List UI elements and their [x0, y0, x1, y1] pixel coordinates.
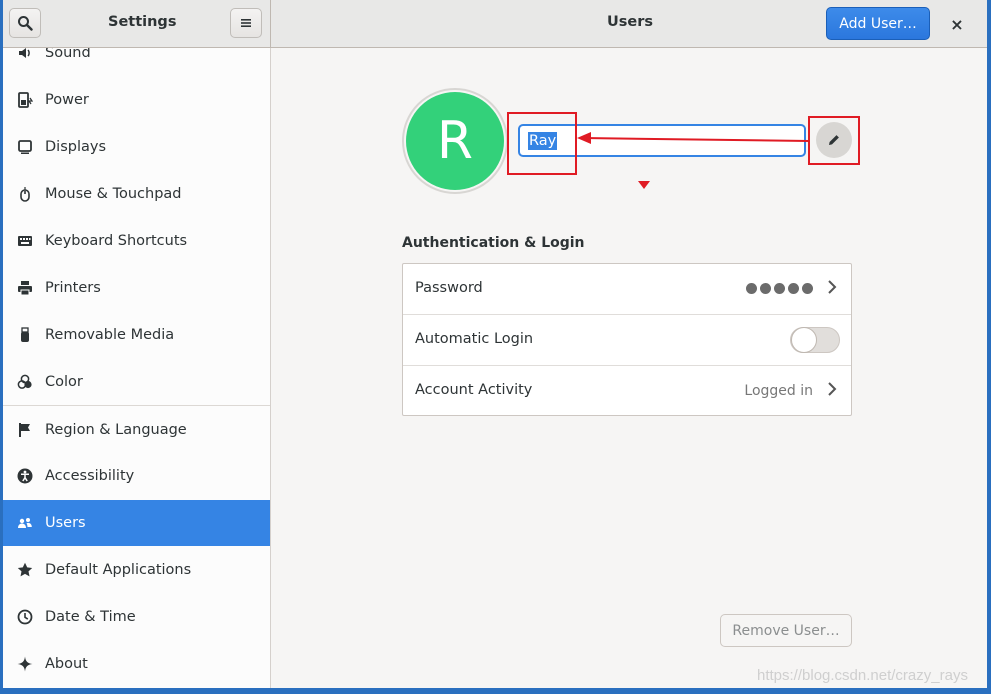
- remove-user-button[interactable]: Remove User…: [720, 614, 852, 647]
- password-label: Password: [415, 280, 483, 296]
- usb-icon: [16, 326, 34, 344]
- sidebar-item-label: Keyboard Shortcuts: [45, 233, 188, 249]
- sidebar-item-mouse-touchpad[interactable]: Mouse & Touchpad: [3, 171, 270, 217]
- sidebar: Sound Power Displays Mouse & Touchpad Ke…: [3, 48, 271, 688]
- sidebar-item-label: Accessibility: [45, 468, 135, 484]
- annotation-highlight-box: [808, 116, 860, 165]
- page-title: Users: [607, 14, 654, 30]
- account-activity-row[interactable]: Account Activity Logged in: [403, 365, 851, 415]
- account-activity-label: Account Activity: [415, 382, 533, 398]
- sidebar-item-label: Removable Media: [45, 327, 175, 343]
- keyboard-icon: [16, 232, 34, 250]
- sidebar-item-label: Date & Time: [45, 609, 136, 625]
- sidebar-item-default-applications[interactable]: Default Applications: [3, 547, 270, 593]
- add-user-button[interactable]: Add User…: [826, 7, 930, 40]
- automatic-login-row: Automatic Login: [403, 314, 851, 364]
- section-title-auth: Authentication & Login: [402, 235, 585, 251]
- flag-icon: [16, 421, 34, 439]
- sidebar-item-printers[interactable]: Printers: [3, 265, 270, 311]
- sidebar-item-displays[interactable]: Displays: [3, 124, 270, 170]
- automatic-login-label: Automatic Login: [415, 331, 534, 347]
- sidebar-item-label: Region & Language: [45, 422, 187, 438]
- annotation-arrow: [577, 132, 810, 189]
- user-avatar-button[interactable]: R: [402, 88, 508, 194]
- printer-icon: [16, 279, 34, 297]
- sidebar-item-label: Users: [45, 515, 86, 531]
- clock-icon: [16, 608, 34, 626]
- password-mask: [746, 283, 813, 294]
- settings-window: Settings Users Add User… × Sound Power D…: [3, 0, 987, 688]
- hamburger-menu-icon: [241, 19, 251, 27]
- avatar: R: [406, 92, 504, 190]
- sidebar-item-removable-media[interactable]: Removable Media: [3, 312, 270, 358]
- power-icon: [16, 91, 34, 109]
- sidebar-item-about[interactable]: About: [3, 641, 270, 687]
- sidebar-item-color[interactable]: Color: [3, 359, 270, 405]
- sidebar-item-label: Displays: [45, 139, 107, 155]
- watermark-text: https://blog.csdn.net/crazy_rays: [757, 667, 968, 684]
- menu-button[interactable]: [230, 8, 262, 38]
- search-icon: [18, 16, 33, 31]
- sidebar-header: Settings: [3, 0, 271, 47]
- display-icon: [16, 138, 34, 156]
- sidebar-item-label: Mouse & Touchpad: [45, 186, 182, 202]
- sidebar-item-label: Default Applications: [45, 562, 192, 578]
- speaker-icon: [16, 48, 34, 62]
- sidebar-item-keyboard-shortcuts[interactable]: Keyboard Shortcuts: [3, 218, 270, 264]
- chevron-right-icon: [827, 279, 837, 299]
- users-icon: [16, 514, 34, 532]
- account-activity-value: Logged in: [744, 383, 813, 399]
- password-row[interactable]: Password: [403, 264, 851, 314]
- sidebar-item-region-language[interactable]: Region & Language: [3, 407, 270, 453]
- close-icon: ×: [950, 14, 964, 34]
- sidebar-item-label: Color: [45, 374, 83, 390]
- auth-login-list: Password Automatic Login Account Activit…: [402, 263, 852, 416]
- chevron-right-icon: [827, 381, 837, 401]
- sidebar-item-label: Power: [45, 92, 89, 108]
- accessibility-icon: [16, 467, 34, 485]
- sidebar-item-sound[interactable]: Sound: [3, 48, 270, 76]
- sidebar-item-label: About: [45, 656, 88, 672]
- close-button[interactable]: ×: [943, 10, 971, 38]
- star-icon: [16, 561, 34, 579]
- sidebar-item-users[interactable]: Users: [3, 500, 270, 546]
- sidebar-separator: [3, 405, 270, 406]
- switch-knob: [791, 327, 817, 353]
- sidebar-item-power[interactable]: Power: [3, 77, 270, 123]
- search-button[interactable]: [9, 8, 41, 38]
- color-icon: [16, 373, 34, 391]
- sidebar-item-date-time[interactable]: Date & Time: [3, 594, 270, 640]
- sidebar-item-label: Printers: [45, 280, 101, 296]
- sidebar-item-accessibility[interactable]: Accessibility: [3, 453, 270, 499]
- header-bar: Settings Users Add User… ×: [3, 0, 987, 48]
- mouse-icon: [16, 185, 34, 203]
- sparkle-icon: [16, 655, 34, 673]
- sidebar-title: Settings: [108, 14, 177, 30]
- automatic-login-switch[interactable]: [790, 327, 840, 353]
- sidebar-item-label: Sound: [45, 48, 91, 61]
